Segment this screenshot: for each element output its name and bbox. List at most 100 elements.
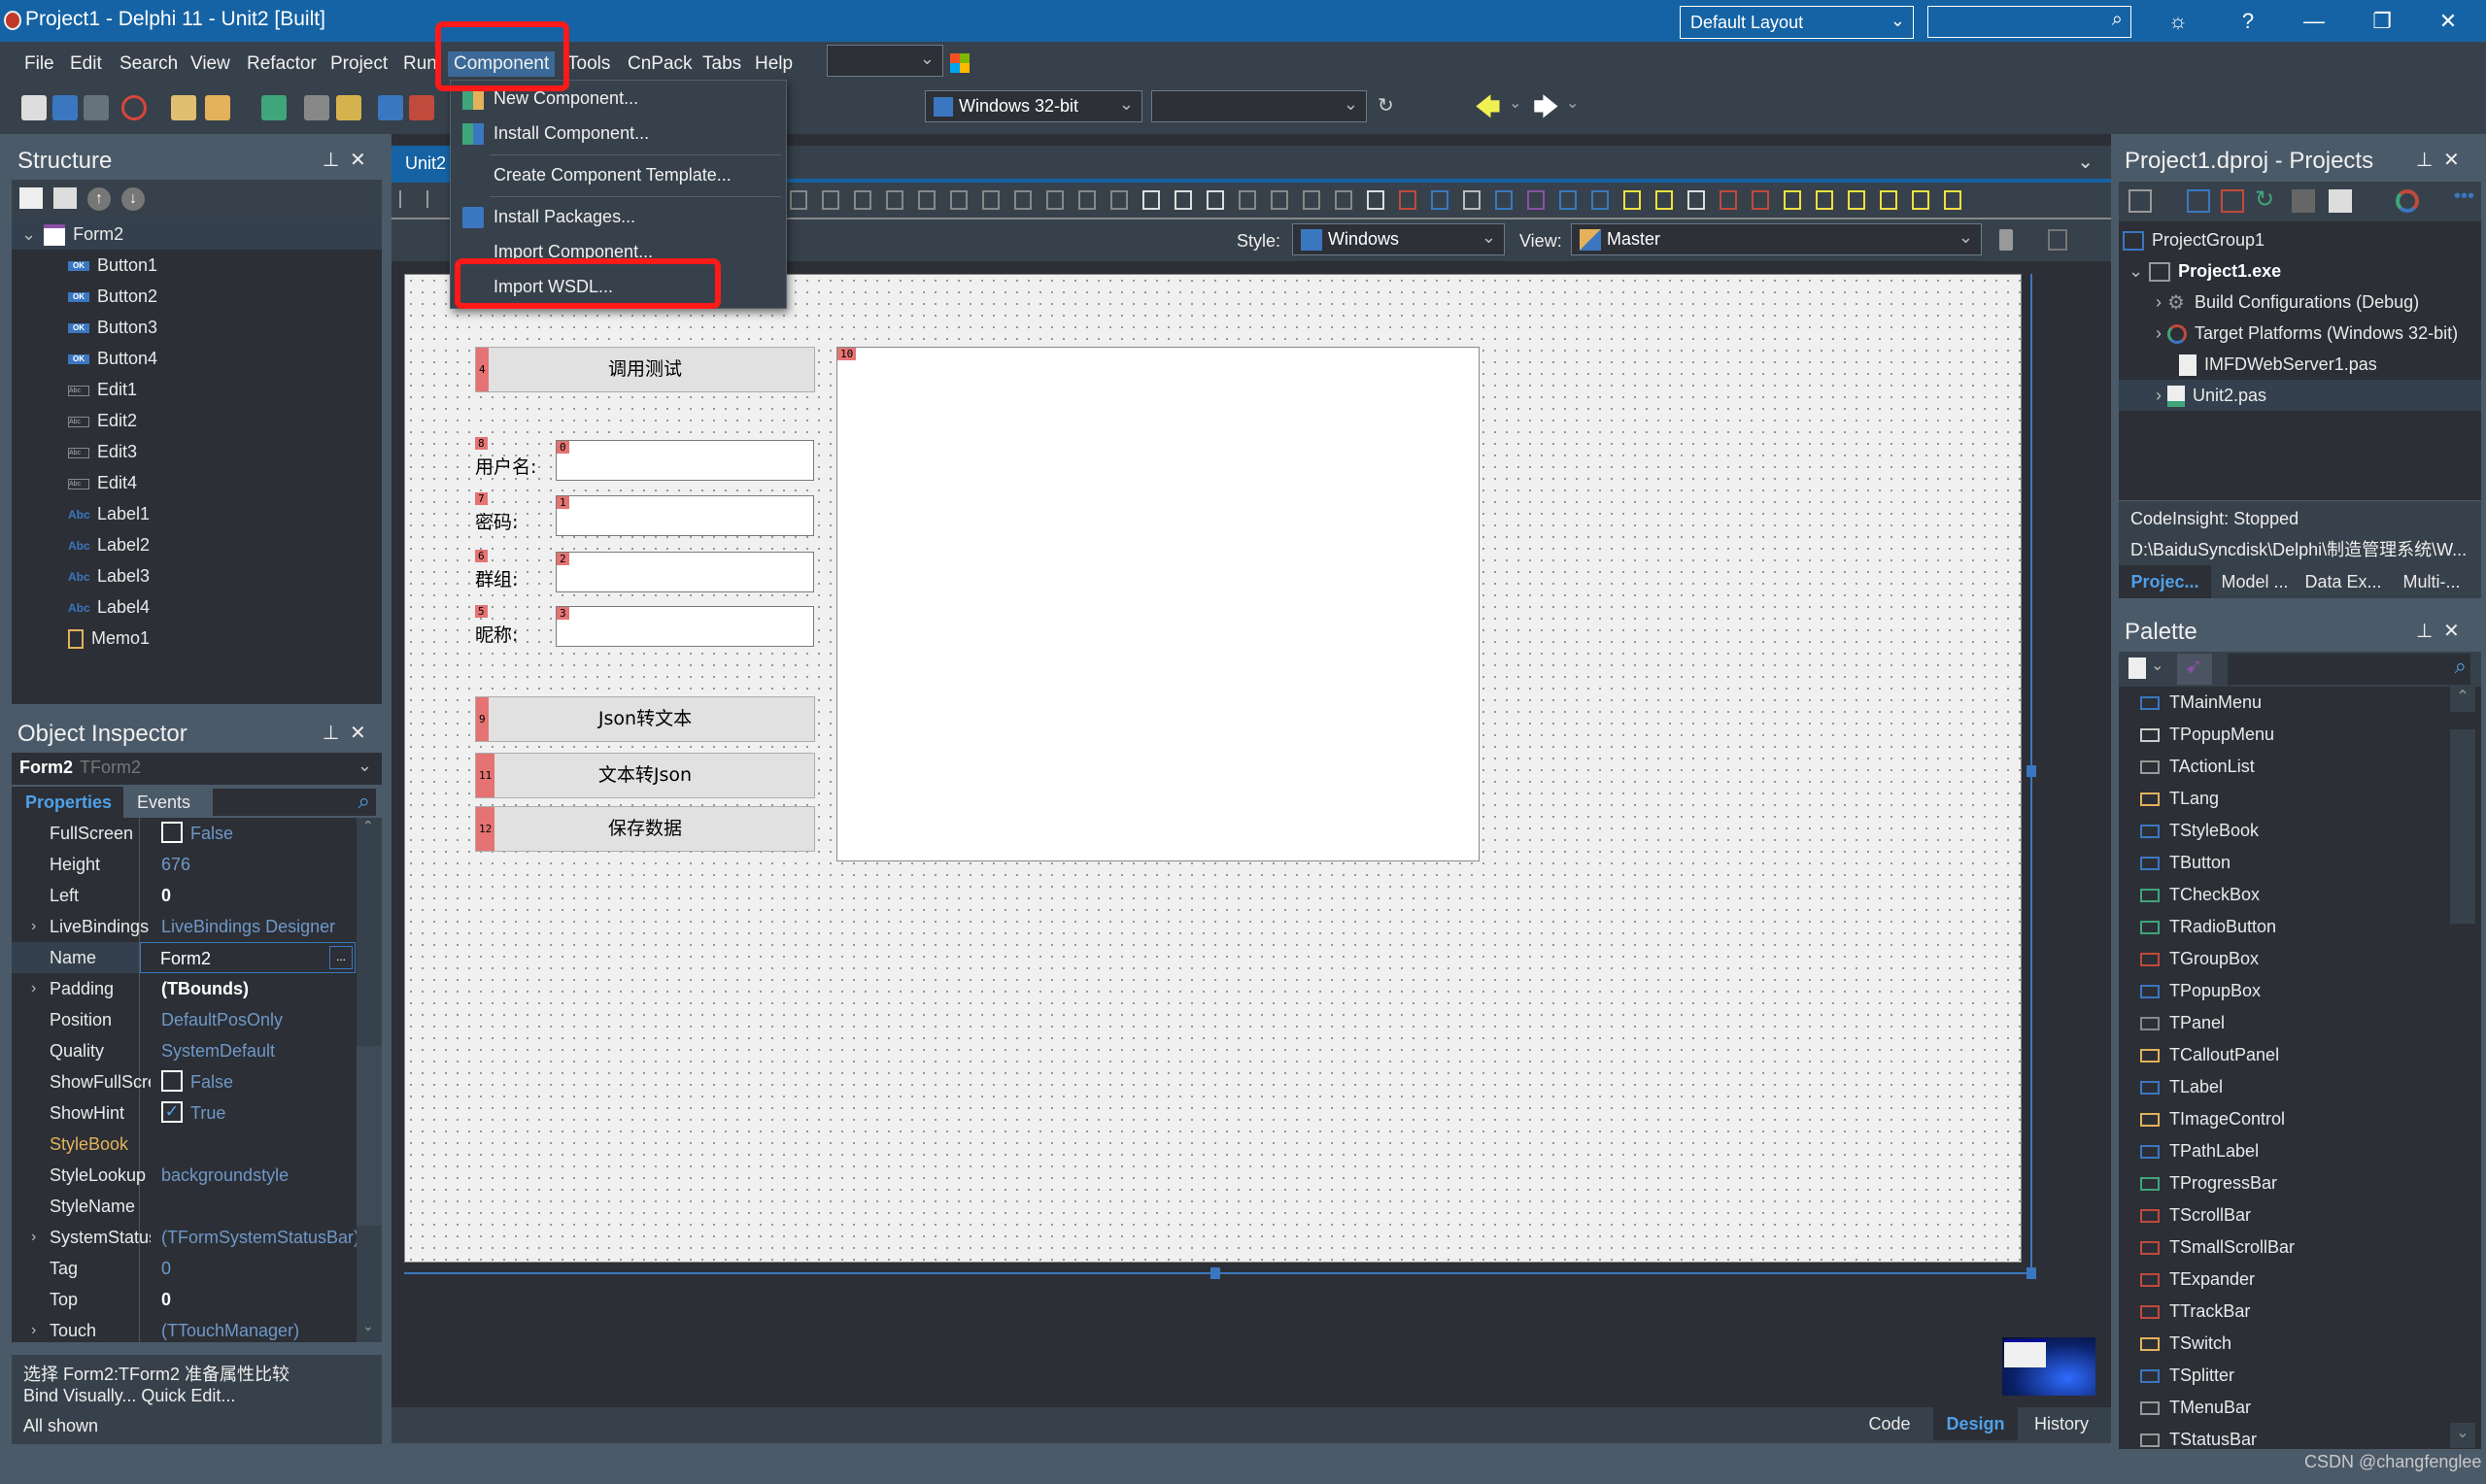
designer-tool-icon[interactable]	[1655, 190, 1673, 210]
property-value[interactable]: 0	[161, 1253, 171, 1284]
palette-item-tcalloutpanel[interactable]: TCalloutPanel	[2140, 1039, 2279, 1071]
property-row-height[interactable]: Height 676	[12, 849, 361, 880]
menu-project[interactable]: Project	[324, 51, 393, 77]
palette-item-tsmallscrollbar[interactable]: TSmallScrollBar	[2140, 1231, 2295, 1264]
close-icon[interactable]: ✕	[2443, 148, 2460, 172]
chevron-down-icon[interactable]: ⌄	[2151, 656, 2163, 675]
open-folder-icon[interactable]	[205, 95, 230, 120]
tree-item-unit2[interactable]: › Unit2.pas	[2119, 380, 2481, 411]
close-icon[interactable]: ✕	[350, 148, 366, 172]
property-row-tag[interactable]: Tag 0	[12, 1253, 361, 1284]
property-value[interactable]: (TTouchManager)	[161, 1315, 299, 1342]
scrollbar-thumb[interactable]	[357, 1046, 382, 1226]
scrollbar-thumb[interactable]	[2450, 729, 2475, 924]
palette-search-input[interactable]: ⌕	[2228, 654, 2470, 685]
designer-tool-icon[interactable]	[1431, 190, 1448, 210]
menu-search[interactable]: Search	[114, 51, 184, 77]
scroll-down-icon[interactable]: ⌄	[2450, 1423, 2475, 1448]
close-icon[interactable]: ✕	[350, 721, 366, 745]
property-value[interactable]: backgroundstyle	[161, 1160, 289, 1191]
property-value[interactable]: (TFormSystemStatusBar)	[161, 1222, 359, 1253]
palette-scrollbar[interactable]: ⌃ ⌄	[2450, 687, 2475, 1449]
stop-icon[interactable]	[121, 95, 147, 120]
tab-data-explorer[interactable]: Data Ex...	[2299, 565, 2388, 598]
button-json-to-text[interactable]: 9 Json转文本	[475, 696, 815, 742]
label-username[interactable]: 8 用户名:	[475, 437, 543, 478]
designer-tool-icon[interactable]	[1271, 190, 1288, 210]
object-selector[interactable]: Form2 TForm2 ⌄	[12, 753, 382, 785]
align-left-icon[interactable]	[399, 190, 415, 208]
checkbox-unchecked-icon[interactable]	[161, 822, 183, 844]
resize-handle-corner[interactable]	[2026, 1267, 2036, 1279]
move-up-icon[interactable]: ↑	[87, 187, 111, 211]
designer-tool-icon[interactable]	[950, 190, 968, 210]
tree-item-button1[interactable]: OK Button1	[12, 250, 157, 281]
tree-item-label2[interactable]: Abc Label2	[12, 529, 150, 560]
menu-cnpack[interactable]: CnPack	[622, 51, 698, 77]
close-icon[interactable]: ✕	[2443, 619, 2460, 643]
resize-handle-right[interactable]	[2026, 765, 2036, 777]
palette-item-tprogressbar[interactable]: TProgressBar	[2140, 1167, 2277, 1199]
designer-tool-icon[interactable]	[1463, 190, 1481, 210]
more-icon[interactable]: •••	[2454, 186, 2474, 208]
designer-tool-icon[interactable]	[1078, 190, 1096, 210]
property-value[interactable]: Form2...	[140, 942, 356, 973]
palette-item-tsplitter[interactable]: TSplitter	[2140, 1360, 2234, 1392]
tree-item-edit3[interactable]: Abc Edit3	[12, 436, 137, 467]
remove-project-icon[interactable]	[2221, 189, 2244, 213]
remove-from-project-icon[interactable]	[409, 95, 434, 120]
palette-item-tmenubar[interactable]: TMenuBar	[2140, 1392, 2251, 1424]
property-value[interactable]: LiveBindings Designer	[161, 911, 335, 942]
palette-item-timagecontrol[interactable]: TImageControl	[2140, 1103, 2285, 1135]
chevron-right-icon[interactable]: ›	[31, 1315, 36, 1342]
palette-item-tpathlabel[interactable]: TPathLabel	[2140, 1135, 2259, 1167]
tab-events[interactable]: Events	[123, 787, 213, 818]
refresh-device-icon[interactable]: ↻	[1378, 93, 1394, 118]
designer-tool-icon[interactable]	[1527, 190, 1545, 210]
designer-tool-icon[interactable]	[1944, 190, 1961, 210]
palette-item-tpopupmenu[interactable]: TPopupMenu	[2140, 719, 2274, 751]
scroll-down-icon[interactable]: ⌄	[362, 1318, 374, 1334]
palette-item-tswitch[interactable]: TSwitch	[2140, 1328, 2231, 1360]
close-button[interactable]: ✕	[2429, 6, 2468, 37]
build-icon[interactable]	[2292, 189, 2315, 213]
designer-tool-icon[interactable]	[1046, 190, 1064, 210]
designer-tool-icon[interactable]	[1399, 190, 1416, 210]
add-item-icon[interactable]	[19, 187, 43, 209]
designer-tool-icon[interactable]	[1335, 190, 1352, 210]
designer-tool-icon[interactable]	[1142, 190, 1160, 210]
designer-tool-icon[interactable]	[1367, 190, 1384, 210]
palette-item-texpander[interactable]: TExpander	[2140, 1264, 2255, 1296]
desktop-combo[interactable]: ⌄	[827, 45, 943, 77]
move-down-icon[interactable]: ↓	[121, 187, 145, 211]
checkbox-unchecked-icon[interactable]	[161, 1070, 183, 1093]
tree-item-edit1[interactable]: Abc Edit1	[12, 374, 137, 405]
property-value[interactable]: 0	[161, 1284, 171, 1315]
align-center-h-icon[interactable]	[426, 190, 442, 208]
resize-handle-bottom[interactable]	[1210, 1267, 1220, 1279]
property-row-livebindings[interactable]: › LiveBindings LiveBindings Designer	[12, 911, 361, 942]
menu-tools[interactable]: Tools	[562, 51, 616, 77]
property-row-top[interactable]: Top 0	[12, 1284, 361, 1315]
footer-filter[interactable]: All shown	[23, 1416, 98, 1436]
rotate-view-icon[interactable]	[2048, 229, 2067, 251]
tree-item-button2[interactable]: OK Button2	[12, 281, 157, 312]
property-row-padding[interactable]: › Padding (TBounds)	[12, 973, 361, 1004]
tab-projects[interactable]: Projec...	[2119, 565, 2211, 598]
menu-refactor[interactable]: Refactor	[241, 51, 323, 77]
scroll-up-icon[interactable]: ⌃	[2450, 687, 2475, 712]
property-row-name[interactable]: Name Form2...	[12, 942, 361, 973]
property-row-stylename[interactable]: StyleName	[12, 1191, 361, 1222]
edit-username[interactable]: 0	[556, 440, 814, 481]
property-value[interactable]: 0	[161, 880, 171, 911]
chevron-right-icon[interactable]: ›	[31, 911, 36, 942]
platform-combo[interactable]: Windows 32-bit ⌄	[925, 90, 1142, 122]
tree-item-project-exe[interactable]: ⌄ Project1.exe	[2119, 255, 2281, 287]
palette-item-tradiobutton[interactable]: TRadioButton	[2140, 911, 2276, 943]
pin-icon[interactable]: ⊥	[323, 721, 339, 745]
designer-tool-icon[interactable]	[1848, 190, 1865, 210]
palette-item-tscrollbar[interactable]: TScrollBar	[2140, 1199, 2251, 1231]
designer-tool-icon[interactable]	[1720, 190, 1737, 210]
tab-properties[interactable]: Properties	[12, 787, 123, 818]
designer-tool-icon[interactable]	[1912, 190, 1929, 210]
